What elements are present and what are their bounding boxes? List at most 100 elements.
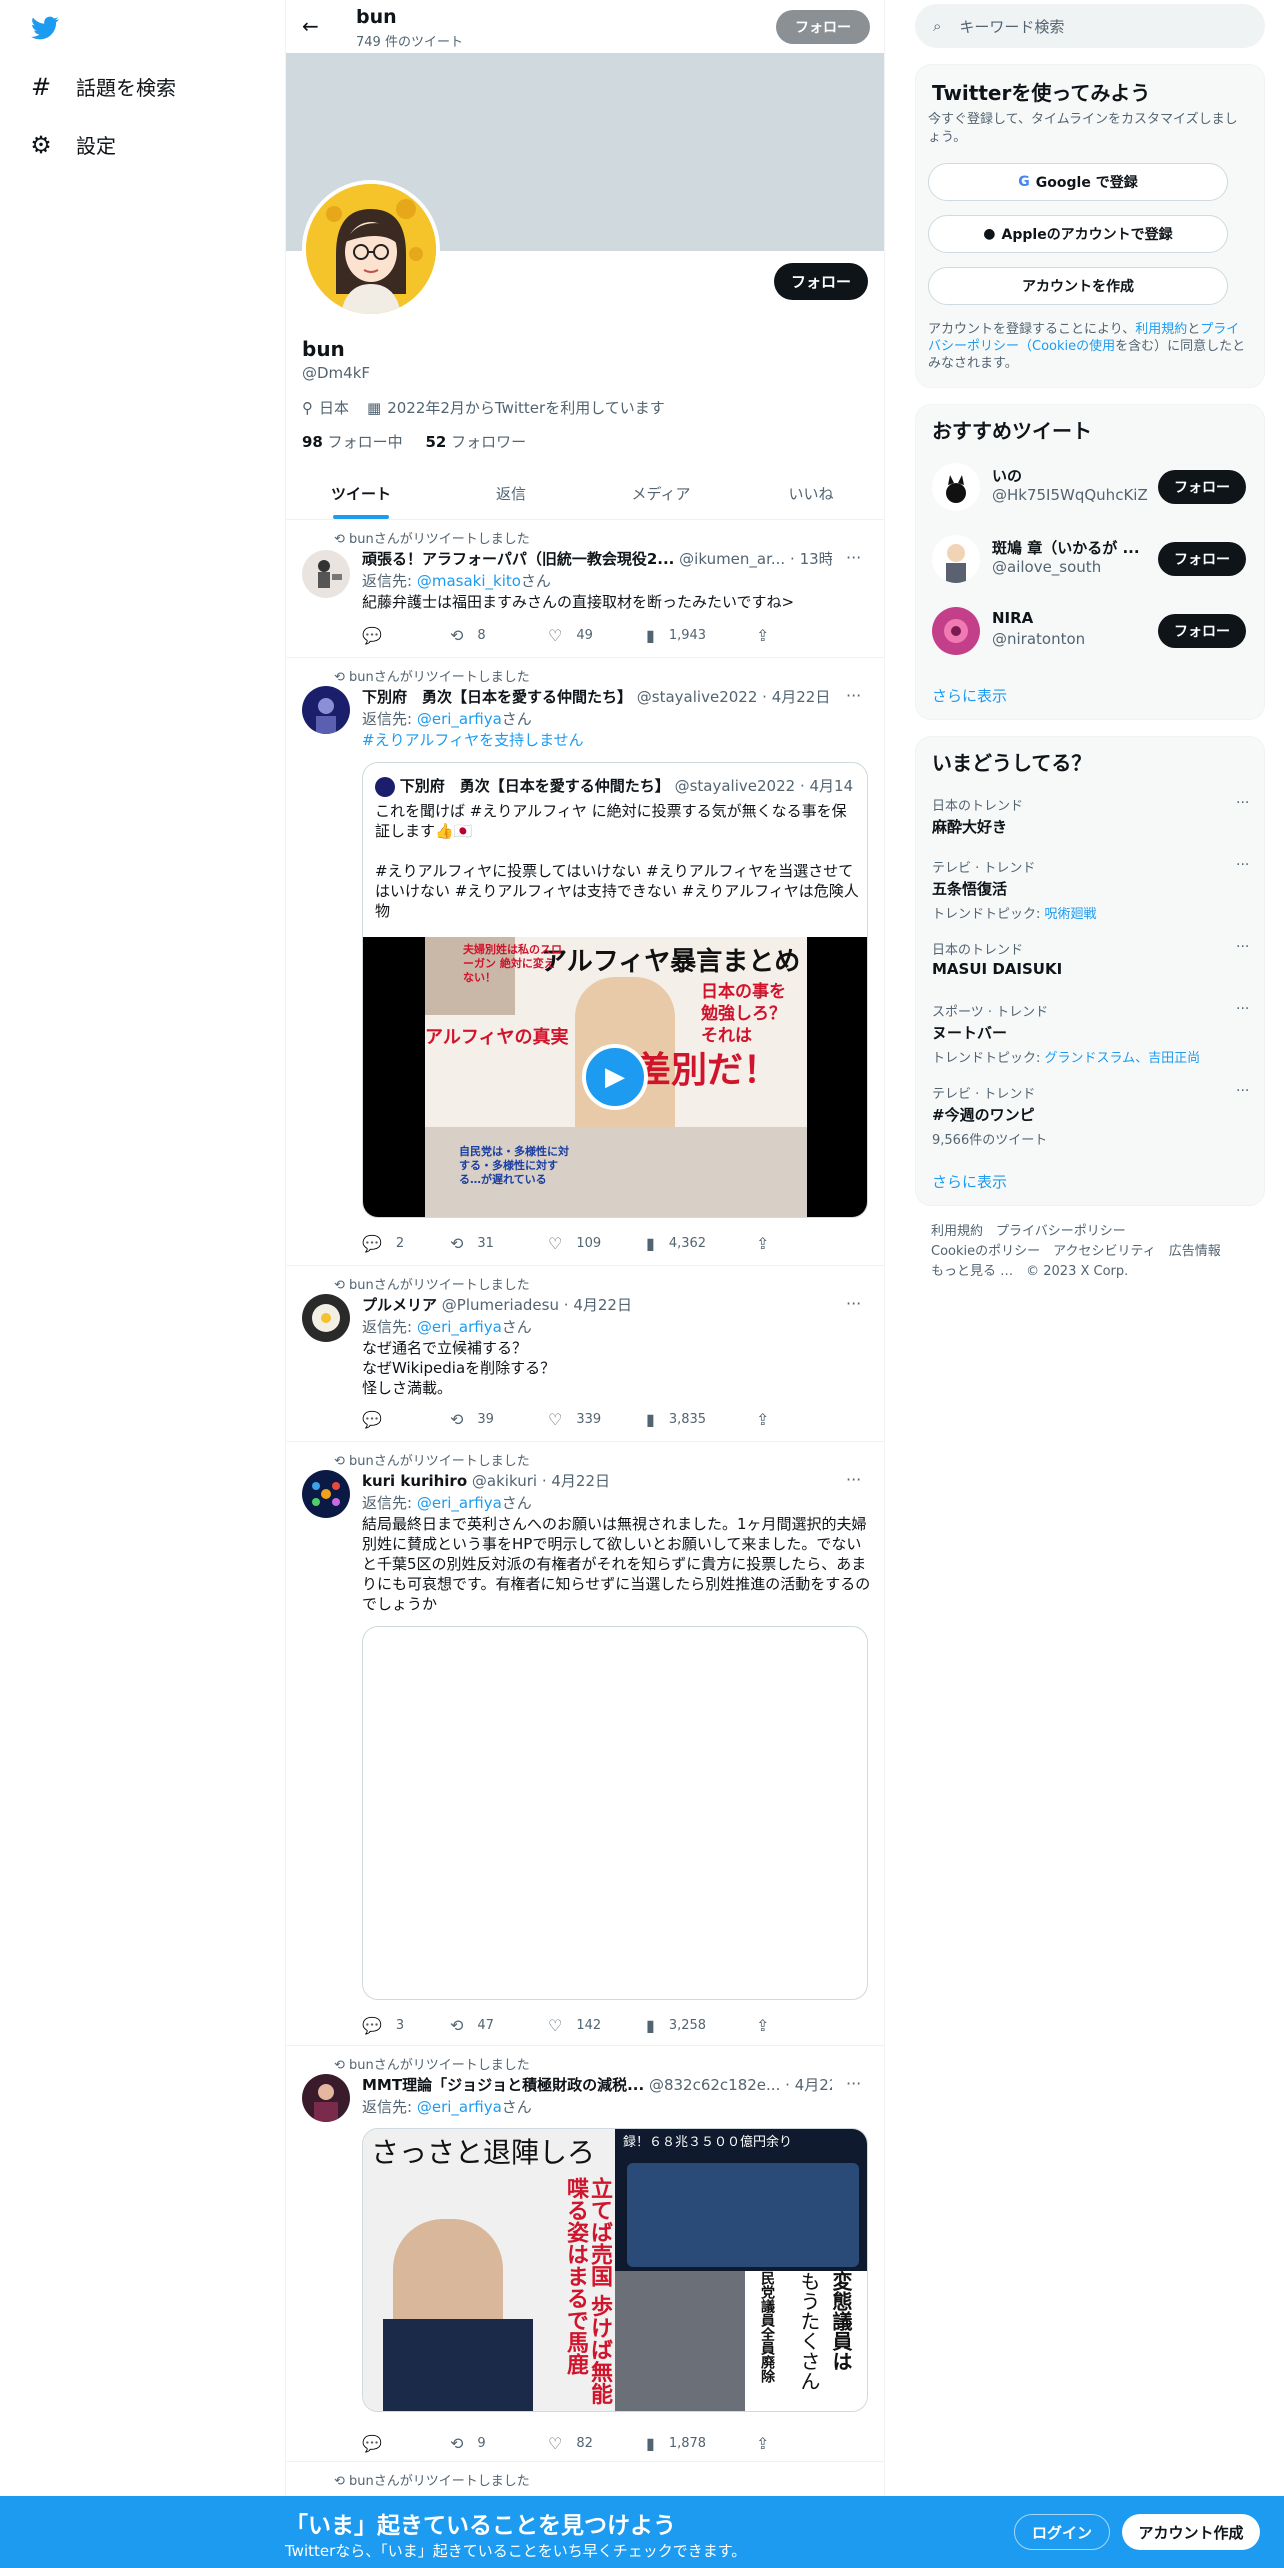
avatar[interactable] bbox=[302, 1470, 350, 1518]
more-icon[interactable]: ··· bbox=[846, 1294, 861, 1313]
profile-avatar[interactable] bbox=[302, 180, 440, 318]
signup-button[interactable]: アカウント作成 bbox=[1122, 2514, 1260, 2550]
author-handle[interactable]: @stayalive2022 bbox=[637, 688, 758, 706]
views-button[interactable]: ▮ 3,258 bbox=[646, 2016, 706, 2035]
share-button[interactable]: ⇪ bbox=[756, 2434, 783, 2453]
following-count[interactable]: 98 bbox=[302, 433, 323, 451]
views-button[interactable]: ▮ 1,943 bbox=[646, 626, 706, 645]
terms-link[interactable]: 利用規約 bbox=[1135, 322, 1187, 337]
trend-item[interactable]: スポーツ · トレンド ヌートバー トレンドトピック: グランドスラム、吉田正尚 ··… bbox=[932, 1001, 1252, 1066]
reply-to-link[interactable]: @eri_arfiya bbox=[417, 1318, 502, 1336]
following-label[interactable]: フォロー中 bbox=[328, 433, 403, 451]
avatar[interactable] bbox=[302, 550, 350, 598]
more-icon[interactable]: ··· bbox=[1236, 1001, 1249, 1017]
tweet-media-placeholder[interactable] bbox=[362, 1626, 868, 2000]
search-input[interactable]: キーワード検索 bbox=[959, 16, 1064, 37]
google-signup-button[interactable]: G Google で登録 bbox=[928, 163, 1228, 201]
reply-to-link[interactable]: @eri_arfiya bbox=[417, 2098, 502, 2116]
share-button[interactable]: ⇪ bbox=[756, 2016, 783, 2035]
tweet-time[interactable]: 4月22日 bbox=[551, 1472, 610, 1490]
trend-item[interactable]: テレビ · トレンド 五条悟復活 トレンドトピック: 呪術廻戦 ··· bbox=[932, 857, 1252, 922]
nav-settings[interactable]: ⚙ 設定 bbox=[28, 130, 116, 159]
like-button[interactable]: ♡ 49 bbox=[548, 626, 593, 645]
avatar[interactable] bbox=[302, 686, 350, 734]
trend-item[interactable]: 日本のトレンド MASUI DAISUKI ··· bbox=[932, 939, 1252, 978]
recommended-more-link[interactable]: さらに表示 bbox=[932, 685, 1007, 706]
reply-to-link[interactable]: @eri_arfiya bbox=[417, 710, 502, 728]
nav-explore[interactable]: # 話題を検索 bbox=[28, 72, 176, 101]
tweet-2[interactable]: ⟲ bunさんがリツイートしました 下別府 勇次【日本を愛する仲間たち】 @st… bbox=[286, 658, 884, 1266]
back-arrow-icon[interactable]: ← bbox=[302, 14, 319, 38]
rec-follow-button[interactable]: フォロー bbox=[1158, 614, 1246, 648]
reply-button[interactable]: 💬 bbox=[362, 2434, 396, 2453]
like-button[interactable]: ♡ 82 bbox=[548, 2434, 593, 2453]
retweet-button[interactable]: ⟲ 47 bbox=[450, 2016, 494, 2035]
author-name[interactable]: 下別府 勇次【日本を愛する仲間たち】 bbox=[362, 688, 632, 706]
author-name[interactable]: kuri kurihiro bbox=[362, 1472, 467, 1490]
more-icon[interactable]: ··· bbox=[1236, 795, 1249, 811]
tweet-time[interactable]: 4月22日 bbox=[772, 688, 831, 706]
tweet-time[interactable]: 4月22日 bbox=[795, 2076, 832, 2094]
header-follow-button[interactable]: フォロー bbox=[776, 10, 870, 44]
reply-to-link[interactable]: @eri_arfiya bbox=[417, 1494, 502, 1512]
views-button[interactable]: ▮ 3,835 bbox=[646, 1410, 706, 1429]
more-icon[interactable]: ··· bbox=[846, 548, 861, 567]
views-button[interactable]: ▮ 4,362 bbox=[646, 1234, 706, 1253]
trend-item[interactable]: 日本のトレンド 麻酔大好き ··· bbox=[932, 795, 1252, 837]
recommended-item[interactable]: 斑鳩 章（いかるが ... @ailove_south フォロー bbox=[932, 531, 1252, 587]
profile-follow-button[interactable]: フォロー bbox=[774, 263, 868, 300]
author-handle[interactable]: @akikuri bbox=[472, 1472, 537, 1490]
tweet-5[interactable]: ⟲ bunさんがリツイートしました MMT理論「ジョジョと積極財政の減税... … bbox=[286, 2046, 884, 2462]
recommended-item[interactable]: NIRA @niratonton フォロー bbox=[932, 603, 1252, 659]
tweet-image[interactable]: さっさと退陣しろ 立てば売国 歩けば無能 喋る姿はまるで馬鹿 録！６８兆３５００… bbox=[362, 2128, 868, 2412]
like-button[interactable]: ♡ 109 bbox=[548, 1234, 601, 1253]
avatar[interactable] bbox=[302, 2074, 350, 2122]
tab-media[interactable]: メディア bbox=[586, 467, 736, 519]
avatar[interactable] bbox=[302, 1294, 350, 1342]
share-button[interactable]: ⇪ bbox=[756, 1234, 783, 1253]
reply-button[interactable]: 💬 3 bbox=[362, 2016, 404, 2035]
more-icon[interactable]: ··· bbox=[846, 686, 861, 705]
footer-line-2[interactable]: Cookieのポリシー アクセシビリティ 広告情報 bbox=[931, 1242, 1251, 1262]
retweet-button[interactable]: ⟲ 9 bbox=[450, 2434, 486, 2453]
author-name[interactable]: プルメリア bbox=[362, 1296, 437, 1314]
more-icon[interactable]: ··· bbox=[1236, 1083, 1249, 1099]
reply-button[interactable]: 💬 bbox=[362, 1410, 396, 1429]
tab-likes[interactable]: いいね bbox=[736, 467, 884, 519]
author-handle[interactable]: @ikumen_ar... bbox=[679, 550, 785, 568]
tweet-time[interactable]: 4月22日 bbox=[573, 1296, 632, 1314]
tweet-4[interactable]: ⟲ bunさんがリツイートしました kuri kurihiro @akikuri… bbox=[286, 1442, 884, 2046]
more-icon[interactable]: ··· bbox=[1236, 939, 1249, 955]
author-name[interactable]: MMT理論「ジョジョと積極財政の減税... bbox=[362, 2076, 644, 2094]
trends-more-link[interactable]: さらに表示 bbox=[932, 1171, 1007, 1192]
quote-video[interactable]: アルフィヤ暴言まとめ 夫婦別姓は私のスローガン 絶対に変えない！ アルフィヤの真… bbox=[363, 937, 867, 1217]
quote-tweet[interactable]: 下別府 勇次【日本を愛する仲間たち】 @stayalive2022 · 4月14… bbox=[362, 762, 868, 1218]
share-button[interactable]: ⇪ bbox=[756, 626, 783, 645]
tweet-3[interactable]: ⟲ bunさんがリツイートしました プルメリア @Plumeriadesu · … bbox=[286, 1266, 884, 1442]
more-icon[interactable]: ··· bbox=[1236, 857, 1249, 873]
reply-button[interactable]: 💬 bbox=[362, 626, 396, 645]
author-handle[interactable]: @Plumeriadesu bbox=[442, 1296, 559, 1314]
search-box[interactable]: ⌕ キーワード検索 bbox=[915, 4, 1265, 48]
rec-follow-button[interactable]: フォロー bbox=[1158, 542, 1246, 576]
reply-button[interactable]: 💬 2 bbox=[362, 1234, 404, 1253]
more-icon[interactable]: ··· bbox=[846, 2074, 861, 2093]
create-account-button[interactable]: アカウントを作成 bbox=[928, 267, 1228, 305]
login-button[interactable]: ログイン bbox=[1014, 2514, 1110, 2550]
twitter-logo-icon[interactable] bbox=[29, 14, 61, 42]
retweet-button[interactable]: ⟲ 8 bbox=[450, 626, 486, 645]
followers-label[interactable]: フォロワー bbox=[451, 433, 526, 451]
footer-line-3[interactable]: もっと見る … © 2023 X Corp. bbox=[931, 1262, 1251, 1282]
followers-count[interactable]: 52 bbox=[425, 433, 446, 451]
recommended-item[interactable]: いの @Hk75I5WqQuhcKiZ フォロー bbox=[932, 459, 1252, 515]
more-icon[interactable]: ··· bbox=[846, 1470, 861, 1489]
tweet-1[interactable]: ⟲ bunさんがリツイートしました 頑張る！アラフォーパパ（旧統一教会現役2..… bbox=[286, 520, 884, 658]
like-button[interactable]: ♡ 142 bbox=[548, 2016, 601, 2035]
views-button[interactable]: ▮ 1,878 bbox=[646, 2434, 706, 2453]
reply-to-link[interactable]: @masaki_kito bbox=[417, 572, 521, 590]
like-button[interactable]: ♡ 339 bbox=[548, 1410, 601, 1429]
retweet-button[interactable]: ⟲ 39 bbox=[450, 1410, 494, 1429]
tab-replies[interactable]: 返信 bbox=[436, 467, 586, 519]
play-icon[interactable]: ▶ bbox=[582, 1044, 648, 1110]
share-button[interactable]: ⇪ bbox=[756, 1410, 783, 1429]
